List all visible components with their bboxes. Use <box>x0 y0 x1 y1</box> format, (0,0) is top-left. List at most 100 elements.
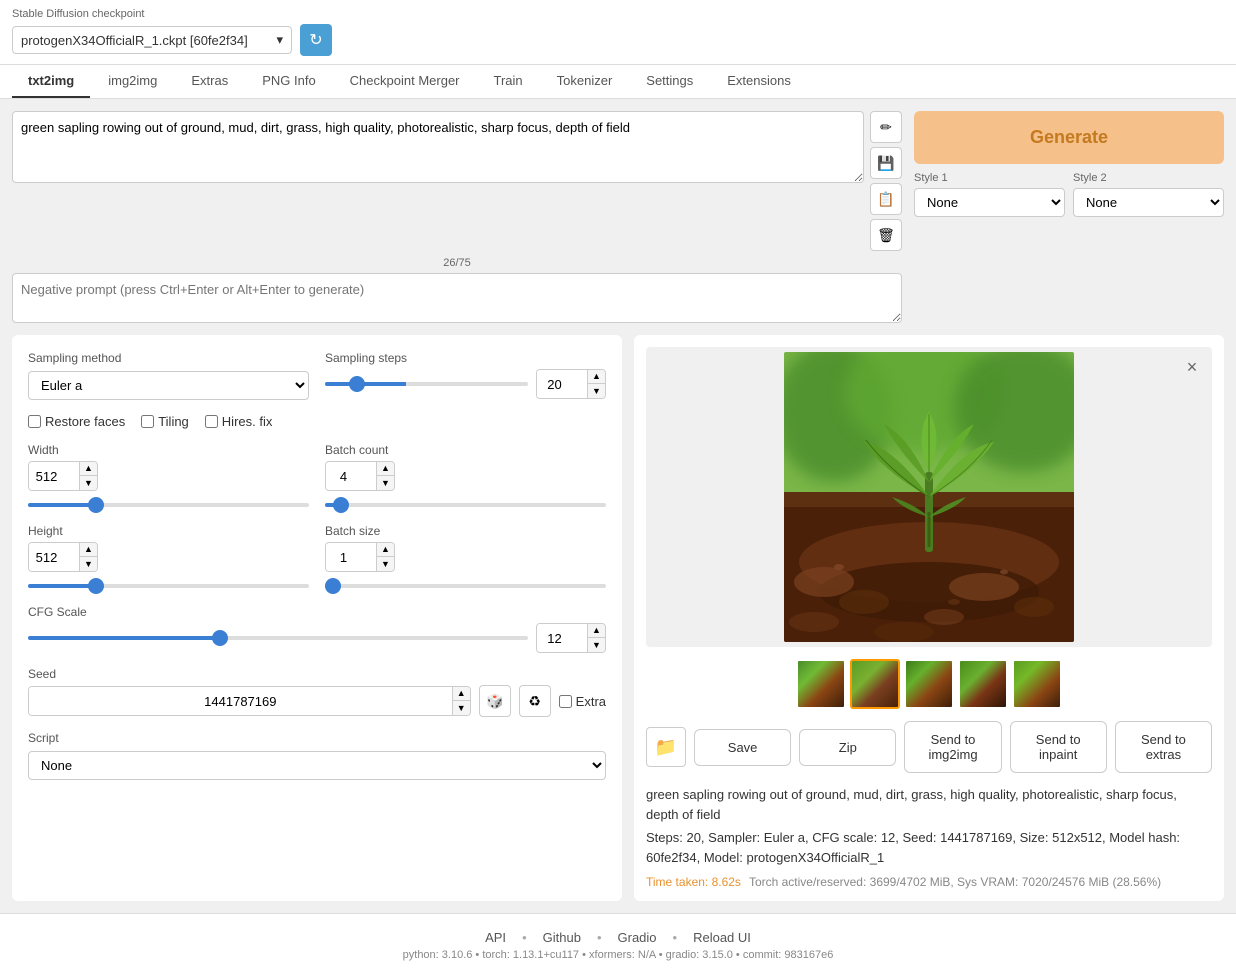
github-link[interactable]: Github <box>543 930 581 945</box>
cfg-scale-slider[interactable] <box>28 636 528 640</box>
cfg-up-button[interactable]: ▲ <box>587 624 605 638</box>
seed-input[interactable]: 1441787169 ▲ ▼ <box>28 686 471 716</box>
sampling-steps-input[interactable]: 20 ▲ ▼ <box>536 369 606 399</box>
app-container: Stable Diffusion checkpoint protogenX34O… <box>0 0 1236 977</box>
checkpoint-refresh-button[interactable]: ↻ <box>300 24 332 56</box>
tab-img2img[interactable]: img2img <box>92 65 173 98</box>
send-extras-button[interactable]: Send to extras <box>1115 721 1212 773</box>
seed-down-button[interactable]: ▼ <box>452 701 470 715</box>
generate-button[interactable]: Generate <box>914 111 1224 164</box>
cfg-scale-label: CFG Scale <box>28 605 606 619</box>
open-folder-button[interactable]: 📁 <box>646 727 686 767</box>
batch-count-up-button[interactable]: ▲ <box>376 462 394 476</box>
batch-size-down-button[interactable]: ▼ <box>376 557 394 571</box>
paste-prompt-button[interactable]: 📋 <box>870 183 902 215</box>
style2-select[interactable]: None <box>1073 188 1224 217</box>
thumbnail-5[interactable] <box>1012 659 1062 709</box>
hires-fix-checkbox[interactable]: Hires. fix <box>205 414 273 429</box>
send-inpaint-button[interactable]: Send to inpaint <box>1010 721 1107 773</box>
sampling-method-select[interactable]: Euler a <box>28 371 309 400</box>
tab-train[interactable]: Train <box>478 65 539 98</box>
steps-up-button[interactable]: ▲ <box>587 370 605 384</box>
sampling-steps-slider[interactable] <box>325 382 528 386</box>
restore-faces-input[interactable] <box>28 415 41 428</box>
separator-3: • <box>673 930 678 945</box>
output-detail-text: Steps: 20, Sampler: Euler a, CFG scale: … <box>646 828 1212 867</box>
batch-size-input[interactable]: 1 ▲ ▼ <box>325 542 395 572</box>
height-input[interactable]: 512 ▲ ▼ <box>28 542 98 572</box>
sampling-steps-group: Sampling steps 20 ▲ ▼ <box>325 351 606 399</box>
footer: API • Github • Gradio • Reload UI python… <box>0 913 1236 977</box>
batch-count-down-button[interactable]: ▼ <box>376 476 394 490</box>
seed-up-button[interactable]: ▲ <box>452 687 470 701</box>
tab-txt2img[interactable]: txt2img <box>12 65 90 98</box>
style1-select[interactable]: None <box>914 188 1065 217</box>
seed-row: 1441787169 ▲ ▼ 🎲 ♻ <box>28 685 606 717</box>
tiling-checkbox[interactable]: Tiling <box>141 414 189 429</box>
batch-count-slider[interactable] <box>325 503 606 507</box>
cfg-scale-input[interactable]: 12 ▲ ▼ <box>536 623 606 653</box>
positive-prompt-input[interactable]: green sapling rowing out of ground, mud,… <box>12 111 864 183</box>
extra-checkbox[interactable]: Extra <box>559 694 606 709</box>
perf-time: Time taken: 8.62s <box>646 875 741 889</box>
checkpoint-select[interactable]: protogenX34OfficialR_1.ckpt [60fe2f34] ▾ <box>12 26 292 54</box>
tabs-bar: txt2img img2img Extras PNG Info Checkpoi… <box>0 65 1236 99</box>
width-input[interactable]: 512 ▲ ▼ <box>28 461 98 491</box>
tab-extensions[interactable]: Extensions <box>711 65 807 98</box>
save-prompt-button[interactable]: 💾 <box>870 147 902 179</box>
prompt-buttons: ✏ 💾 📋 🗑 <box>870 111 902 251</box>
api-link[interactable]: API <box>485 930 506 945</box>
hires-fix-input[interactable] <box>205 415 218 428</box>
trash-icon: 🗑 <box>877 227 895 244</box>
footer-info: python: 3.10.6 • torch: 1.13.1+cu117 • x… <box>16 949 1220 961</box>
zip-button[interactable]: Zip <box>799 729 896 766</box>
width-slider[interactable] <box>28 503 309 507</box>
seed-label: Seed <box>28 667 606 681</box>
recycle-icon: ♻ <box>528 693 541 710</box>
close-image-button[interactable]: × <box>1180 355 1204 379</box>
image-container: × <box>646 347 1212 647</box>
restore-faces-checkbox[interactable]: Restore faces <box>28 414 125 429</box>
extra-checkbox-input[interactable] <box>559 695 572 708</box>
tiling-input[interactable] <box>141 415 154 428</box>
tab-settings[interactable]: Settings <box>630 65 709 98</box>
batch-count-input[interactable]: 4 ▲ ▼ <box>325 461 395 491</box>
width-group: Width 512 ▲ ▼ <box>28 443 309 510</box>
extra-label: Extra <box>576 694 606 709</box>
tab-tokenizer[interactable]: Tokenizer <box>541 65 629 98</box>
batch-count-label: Batch count <box>325 443 606 457</box>
generate-section: Generate Style 1 None Style 2 None <box>914 111 1224 217</box>
thumbnail-2[interactable] <box>850 659 900 709</box>
save-button[interactable]: Save <box>694 729 791 766</box>
negative-prompt-input[interactable] <box>12 273 902 323</box>
edit-prompt-button[interactable]: ✏ <box>870 111 902 143</box>
style1-group: Style 1 None <box>914 172 1065 217</box>
batch-size-label: Batch size <box>325 524 606 538</box>
thumbnail-4[interactable] <box>958 659 1008 709</box>
output-perf-row: Time taken: 8.62s Torch active/reserved:… <box>646 871 1212 889</box>
script-select[interactable]: None <box>28 751 606 780</box>
cfg-down-button[interactable]: ▼ <box>587 638 605 652</box>
footer-links: API • Github • Gradio • Reload UI <box>16 930 1220 945</box>
seed-dice-button[interactable]: 🎲 <box>479 685 511 717</box>
gradio-link[interactable]: Gradio <box>618 930 657 945</box>
height-down-button[interactable]: ▼ <box>79 557 97 571</box>
batch-size-slider[interactable] <box>325 584 606 588</box>
seed-recycle-button[interactable]: ♻ <box>519 685 551 717</box>
send-img2img-button[interactable]: Send to img2img <box>904 721 1001 773</box>
height-slider[interactable] <box>28 584 309 588</box>
width-down-button[interactable]: ▼ <box>79 476 97 490</box>
checkboxes-row: Restore faces Tiling Hires. fix <box>28 414 606 429</box>
reload-ui-link[interactable]: Reload UI <box>693 930 751 945</box>
tab-png-info[interactable]: PNG Info <box>246 65 331 98</box>
main-content: green sapling rowing out of ground, mud,… <box>0 99 1236 913</box>
width-up-button[interactable]: ▲ <box>79 462 97 476</box>
tab-checkpoint-merger[interactable]: Checkpoint Merger <box>334 65 476 98</box>
tab-extras[interactable]: Extras <box>175 65 244 98</box>
thumbnail-1[interactable] <box>796 659 846 709</box>
clear-prompt-button[interactable]: 🗑 <box>870 219 902 251</box>
batch-size-up-button[interactable]: ▲ <box>376 543 394 557</box>
steps-down-button[interactable]: ▼ <box>587 384 605 398</box>
thumbnail-3[interactable] <box>904 659 954 709</box>
height-up-button[interactable]: ▲ <box>79 543 97 557</box>
